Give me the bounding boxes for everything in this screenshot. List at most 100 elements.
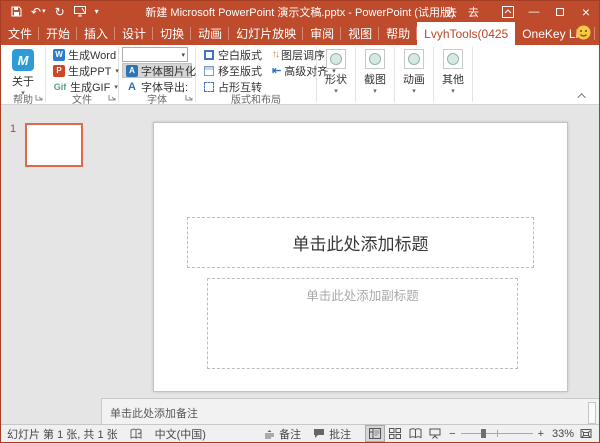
tab-animations[interactable]: 动画 [191, 22, 229, 45]
advanced-align-icon: ⇤ [272, 64, 281, 77]
slide-canvas[interactable]: 单击此处添加标题 单击此处添加副标题 [153, 122, 568, 392]
titlebar-controls: 去 去 — × [434, 1, 599, 22]
work-area: 1 单击此处添加标题 单击此处添加副标题 单击此处添加备注 [1, 105, 599, 396]
notes-toggle-label: 备注 [279, 426, 301, 442]
collapse-ribbon-button[interactable] [576, 91, 590, 101]
group-separator [472, 47, 473, 102]
tab-slideshow[interactable]: 幻灯片放映 [229, 22, 303, 45]
tab-view[interactable]: 视图 [341, 22, 379, 45]
font-picker-combobox[interactable]: ▾ [122, 47, 188, 62]
title-placeholder[interactable]: 单击此处添加标题 [187, 217, 534, 268]
animation-icon [404, 49, 424, 69]
dropdown-caret-icon: ▾ [412, 87, 416, 95]
undo-caret-icon[interactable]: ▾ [42, 8, 46, 15]
font-pictorialize-label: 字体图片化 [141, 63, 196, 79]
reading-view-button[interactable] [405, 425, 425, 442]
dialog-launcher-icon[interactable] [108, 94, 116, 102]
ribbon-group-help: M 关于 ▾ 帮助 [1, 45, 45, 104]
customize-qat-button[interactable]: ▾ [95, 8, 99, 16]
ribbon-display-options-button[interactable] [495, 1, 521, 22]
status-bar: 幻灯片 第 1 张, 共 1 张 中文(中国) 备注 批注 − [1, 424, 599, 442]
account-name[interactable]: 去 去 [434, 4, 495, 20]
notes-toggle-button[interactable]: 备注 [258, 425, 307, 442]
dropdown-caret-icon: ▾ [373, 87, 377, 95]
notes-pane[interactable]: 单击此处添加备注 [101, 398, 599, 426]
word-icon: W [53, 49, 65, 61]
about-button[interactable]: M 关于 ▾ [12, 47, 34, 97]
titlebar: ↶▾ ↻ ▾ 新建 Microsoft PowerPoint 演示文稿.pptx… [1, 1, 599, 22]
feedback-smiley-icon[interactable] [576, 25, 591, 40]
ribbon-group-layout: 空白版式 移至版式 占形互转 ↑↓ 图层调序 ▾ [196, 45, 316, 104]
tab-transitions[interactable]: 切换 [153, 22, 191, 45]
powerpoint-window: ↶▾ ↻ ▾ 新建 Microsoft PowerPoint 演示文稿.pptx… [0, 0, 600, 443]
other-label: 其他 [442, 71, 464, 87]
slide-count-indicator[interactable]: 幻灯片 第 1 张, 共 1 张 [1, 425, 124, 442]
font-pictorialize-button[interactable]: A 字体图片化 [122, 63, 192, 78]
ribbon-tab-bar: 文件 开始 插入 设计 切换 动画 幻灯片放映 审阅 视图 帮助 LvyhToo… [1, 22, 599, 45]
ppt-icon: P [53, 65, 65, 77]
generate-ppt-button[interactable]: P 生成PPT ▾ [49, 63, 115, 78]
screenshot-icon [365, 49, 385, 69]
tab-zhijiang[interactable]: 智讲 [595, 22, 600, 45]
undo-button[interactable]: ↶▾ [31, 6, 46, 18]
slide-thumbnail-number: 1 [10, 123, 16, 135]
move-to-layout-button[interactable]: 移至版式 [199, 63, 266, 78]
font-export-icon: A [126, 81, 138, 93]
subtitle-placeholder[interactable]: 单击此处添加副标题 [207, 278, 518, 369]
minimize-button[interactable]: — [521, 1, 547, 22]
about-label: 关于 [12, 73, 34, 89]
zoom-in-button[interactable]: + [538, 428, 544, 440]
other-button[interactable]: 其他 ▾ [442, 47, 464, 95]
tab-design[interactable]: 设计 [115, 22, 153, 45]
save-icon[interactable] [11, 6, 22, 17]
proofing-icon[interactable] [124, 425, 149, 442]
layer-order-icon: ↑↓ [272, 49, 278, 60]
tab-review[interactable]: 审阅 [303, 22, 341, 45]
tab-home[interactable]: 开始 [39, 22, 77, 45]
dropdown-caret-icon: ▾ [451, 87, 455, 95]
ribbon-group-animation: 动画 ▾ [395, 45, 433, 104]
tab-help[interactable]: 帮助 [379, 22, 417, 45]
tab-file[interactable]: 文件 [1, 22, 39, 45]
zoom-slider[interactable] [461, 433, 533, 434]
notes-scrollbar[interactable] [588, 402, 596, 424]
ribbon-group-screenshot: 截图 ▾ [356, 45, 394, 104]
tab-insert[interactable]: 插入 [77, 22, 115, 45]
language-indicator[interactable]: 中文(中国) [149, 425, 212, 442]
font-picture-icon: A [126, 65, 138, 77]
shapes-button[interactable]: 形状 ▾ [325, 47, 347, 95]
blank-layout-button[interactable]: 空白版式 [199, 47, 266, 62]
ribbon-group-font: ▾ A 字体图片化 A 字体导出: 字体 [119, 45, 195, 104]
redo-button[interactable]: ↻ [55, 6, 65, 18]
slideshow-view-button[interactable] [425, 425, 445, 442]
generate-word-button[interactable]: W 生成Word [49, 47, 115, 62]
ribbon-group-shapes: 形状 ▾ [317, 45, 355, 104]
screenshot-button[interactable]: 截图 ▾ [364, 47, 386, 95]
subtitle-placeholder-text: 单击此处添加副标题 [306, 285, 419, 304]
fit-to-window-button[interactable] [576, 425, 596, 442]
start-slideshow-icon[interactable] [74, 6, 86, 17]
move-layout-icon [204, 66, 214, 76]
notes-placeholder-text: 单击此处添加备注 [110, 405, 198, 421]
normal-view-button[interactable] [365, 425, 385, 442]
close-button[interactable]: × [573, 1, 599, 22]
animation-button[interactable]: 动画 ▾ [403, 47, 425, 95]
group-label-layout: 版式和布局 [196, 92, 316, 104]
maximize-button[interactable] [547, 1, 573, 22]
generate-word-label: 生成Word [68, 47, 116, 63]
dialog-launcher-icon[interactable] [35, 94, 43, 102]
slide-thumbnail[interactable] [25, 123, 83, 167]
dropdown-caret-icon: ▾ [114, 83, 118, 91]
shapes-label: 形状 [325, 71, 347, 87]
title-placeholder-text: 单击此处添加标题 [293, 230, 429, 255]
dialog-launcher-icon[interactable] [185, 94, 193, 102]
combo-caret-icon: ▾ [181, 51, 185, 59]
slide-sorter-view-button[interactable] [385, 425, 405, 442]
generate-ppt-label: 生成PPT [68, 63, 111, 79]
zoom-slider-thumb[interactable] [481, 429, 486, 438]
comments-toggle-button[interactable]: 批注 [307, 425, 357, 442]
screenshot-label: 截图 [364, 71, 386, 87]
tab-lvyhtools-active[interactable]: LvyhTools(0425 [417, 22, 515, 45]
zoom-out-button[interactable]: − [449, 428, 455, 440]
zoom-percentage[interactable]: 33% [548, 428, 576, 440]
